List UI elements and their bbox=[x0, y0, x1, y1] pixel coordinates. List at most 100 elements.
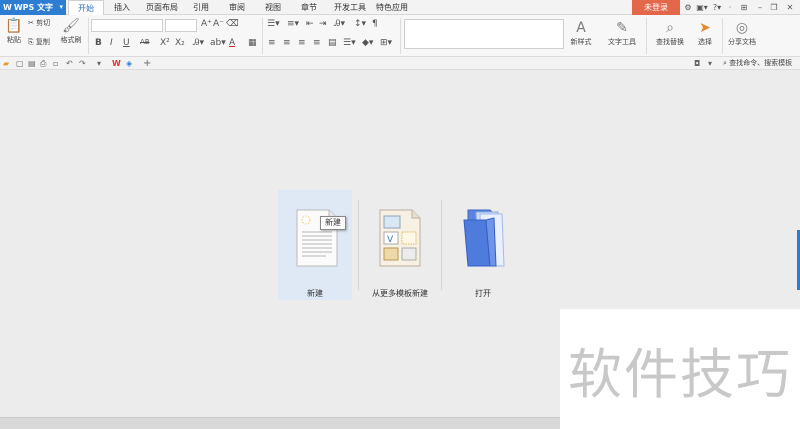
distribute-icon[interactable]: ▤ bbox=[328, 38, 337, 48]
strikethrough-button[interactable]: AB bbox=[140, 38, 150, 46]
find-replace-button[interactable]: ⌕ 查找替换 bbox=[652, 19, 688, 47]
text-tools-icon: ✎ bbox=[616, 20, 628, 36]
cube-icon[interactable]: ◈ bbox=[126, 58, 132, 69]
new-document-button[interactable]: 新建 bbox=[278, 190, 352, 300]
divider bbox=[646, 18, 647, 54]
numbered-list-icon[interactable]: ≡▾ bbox=[287, 19, 299, 29]
blank-document-icon bbox=[296, 209, 338, 267]
tab-insert[interactable]: 插入 bbox=[108, 0, 136, 15]
new-from-template-button[interactable]: V 从更多模板新建 bbox=[362, 190, 438, 300]
decrease-indent-icon[interactable]: ⇤ bbox=[306, 19, 314, 29]
tab-start[interactable]: 开始 bbox=[68, 0, 104, 16]
text-tools-button[interactable]: ✎ 文字工具 bbox=[604, 19, 640, 47]
select-button[interactable]: ➤ 选择 bbox=[692, 19, 718, 47]
new-tab-icon[interactable]: + bbox=[143, 58, 151, 69]
line-spacing-icon[interactable]: ☰▾ bbox=[343, 38, 356, 48]
window-mode-icon[interactable]: ⊞ bbox=[738, 1, 750, 14]
divider bbox=[722, 18, 723, 54]
new-tooltip: 新建 bbox=[320, 216, 346, 230]
paste-label: 粘贴 bbox=[7, 36, 21, 44]
new-from-template-label: 从更多模板新建 bbox=[372, 289, 428, 298]
tab-references[interactable]: 引用 bbox=[188, 0, 214, 15]
title-bar: W WPS 文字 ▾ 开始 插入 页面布局 引用 审阅 视图 章节 开发工具 特色… bbox=[0, 0, 800, 16]
grow-font-button[interactable]: A⁺ bbox=[201, 19, 212, 29]
app-menu-button[interactable]: W WPS 文字 ▾ bbox=[0, 0, 66, 15]
format-painter-button[interactable]: 🖌 格式刷 bbox=[58, 17, 84, 45]
style-gallery[interactable] bbox=[404, 19, 564, 49]
restore-icon[interactable]: ❐ bbox=[768, 1, 780, 14]
notification-icon[interactable]: ◘ bbox=[694, 58, 700, 69]
font-size-field[interactable] bbox=[165, 19, 197, 32]
char-shading-icon[interactable]: ▦ bbox=[248, 38, 257, 48]
tab-review[interactable]: 审阅 bbox=[224, 0, 250, 15]
sort-icon[interactable]: ↕▾ bbox=[354, 19, 366, 29]
share-document-button[interactable]: ◎ 分享文档 bbox=[724, 19, 760, 47]
italic-button[interactable]: I bbox=[110, 38, 113, 48]
shading-icon[interactable]: ◆▾ bbox=[362, 38, 373, 48]
open-document-button[interactable]: 打开 bbox=[446, 190, 520, 300]
copy-button[interactable]: ⎘ 复制 bbox=[28, 37, 50, 47]
show-marks-icon[interactable]: ¶ bbox=[372, 19, 378, 29]
share-icon: ◎ bbox=[735, 20, 749, 36]
login-button[interactable]: 未登录 bbox=[632, 0, 680, 15]
align-left-icon[interactable]: ≡ bbox=[268, 38, 276, 48]
divider bbox=[441, 200, 442, 290]
preview-icon[interactable]: ▫ bbox=[53, 58, 58, 69]
increase-indent-icon[interactable]: ⇥ bbox=[319, 19, 327, 29]
undo-icon[interactable]: ↶ bbox=[66, 58, 73, 69]
highlight-icon[interactable]: ab▾ bbox=[210, 38, 226, 48]
clear-format-icon[interactable]: ⌫ bbox=[226, 19, 239, 29]
gear-icon[interactable]: ⚙ bbox=[683, 1, 693, 14]
subscript-button[interactable]: X₂ bbox=[175, 38, 185, 48]
print-icon[interactable]: ⎙ bbox=[40, 58, 46, 69]
svg-text:V: V bbox=[387, 235, 394, 245]
customize-icon[interactable]: ▾ bbox=[97, 58, 101, 69]
bullet-list-icon[interactable]: ☰▾ bbox=[267, 19, 280, 29]
redo-icon[interactable]: ↷ bbox=[79, 58, 86, 69]
new-style-button[interactable]: A 新样式 bbox=[566, 19, 596, 47]
bold-button[interactable]: B bbox=[95, 38, 102, 48]
open-folder-icon[interactable]: ▰ bbox=[3, 58, 9, 69]
shrink-font-button[interactable]: A⁻ bbox=[213, 19, 224, 29]
tab-developer[interactable]: 开发工具 bbox=[330, 0, 370, 15]
minimize-icon[interactable]: – bbox=[754, 1, 766, 14]
copy-label: 复制 bbox=[35, 38, 50, 46]
text-tools-label: 文字工具 bbox=[608, 38, 636, 46]
comment-icon[interactable]: ▾ bbox=[708, 58, 712, 69]
tab-special[interactable]: 特色应用 bbox=[372, 0, 412, 15]
font-name-field[interactable] bbox=[91, 19, 163, 32]
align-center-icon[interactable]: ≡ bbox=[283, 38, 291, 48]
quick-access-bar: ▰ ▢ ▤ ⎙ ▫ ↶ ↷ ▾ W ◈ + ◘ ▾ ⌕ 查找命令、搜索模板 bbox=[0, 57, 800, 70]
text-direction-icon[interactable]: Ꭿ▾ bbox=[334, 19, 345, 29]
save-icon[interactable]: ▢ bbox=[16, 58, 24, 69]
justify-icon[interactable]: ≡ bbox=[313, 38, 321, 48]
close-icon[interactable]: ✕ bbox=[784, 1, 796, 14]
skin-icon[interactable]: ▣▾ bbox=[695, 1, 709, 14]
tab-section[interactable]: 章节 bbox=[296, 0, 322, 15]
open-document-label: 打开 bbox=[475, 289, 491, 298]
help-icon[interactable]: ?▾ bbox=[710, 1, 724, 14]
underline-button[interactable]: U bbox=[123, 38, 130, 48]
border-icon[interactable]: ⊞▾ bbox=[380, 38, 392, 48]
horizontal-scrollbar[interactable] bbox=[0, 417, 560, 429]
clipboard-icon: 📋 bbox=[5, 18, 23, 34]
copy-icon: ⎘ bbox=[28, 38, 34, 46]
align-right-icon[interactable]: ≡ bbox=[298, 38, 306, 48]
wps-icon[interactable]: W bbox=[112, 58, 121, 69]
divider bbox=[358, 200, 359, 290]
export-icon[interactable]: ▤ bbox=[28, 58, 36, 69]
tab-view[interactable]: 视图 bbox=[260, 0, 286, 15]
text-effect-icon[interactable]: Ꭿ▾ bbox=[193, 38, 204, 48]
chevron-down-icon: ▾ bbox=[59, 3, 63, 11]
wps-logo-icon: W bbox=[3, 3, 12, 12]
share-document-label: 分享文档 bbox=[728, 38, 756, 46]
cut-button[interactable]: ✂ 剪切 bbox=[28, 18, 50, 28]
command-search[interactable]: ⌕ 查找命令、搜索模板 bbox=[723, 58, 792, 69]
new-document-label: 新建 bbox=[307, 289, 323, 298]
divider bbox=[88, 18, 89, 54]
paste-button[interactable]: 📋 粘贴 bbox=[4, 17, 24, 45]
superscript-button[interactable]: X² bbox=[160, 38, 170, 48]
font-color-button[interactable]: A bbox=[229, 38, 235, 48]
more-icon[interactable]: · bbox=[726, 1, 734, 14]
tab-page-layout[interactable]: 页面布局 bbox=[142, 0, 182, 15]
